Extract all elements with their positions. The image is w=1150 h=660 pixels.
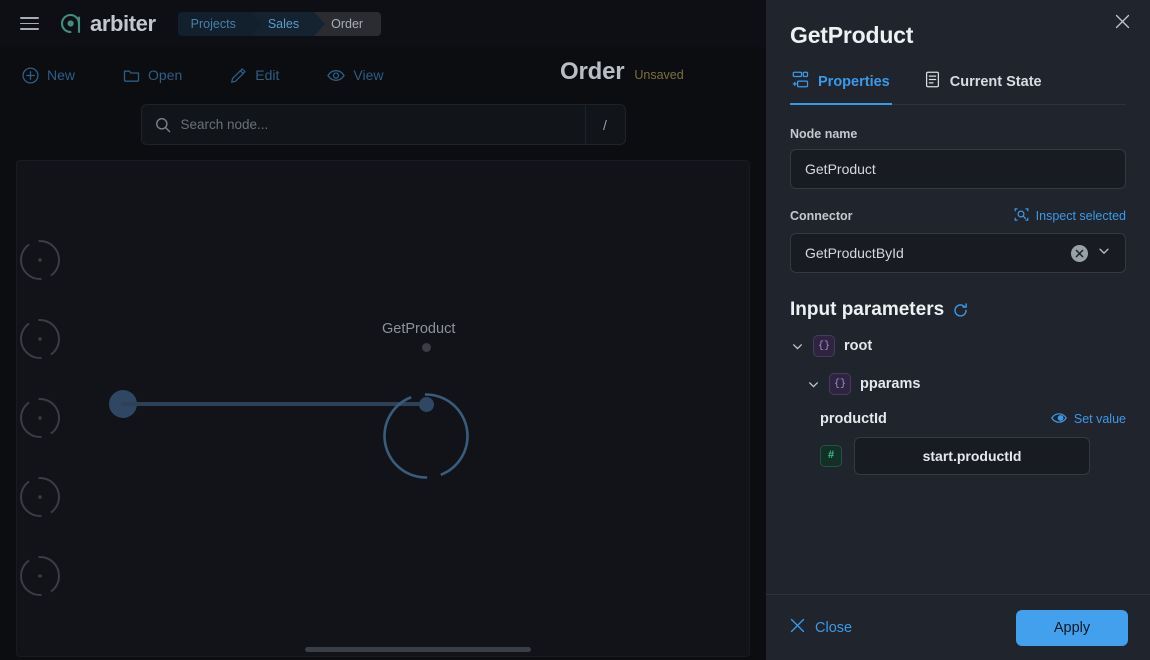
ghost-node[interactable] — [17, 237, 63, 283]
parameter-product-id: productId Set value # start.productId — [820, 411, 1126, 475]
edit-label: Edit — [255, 67, 280, 83]
breadcrumb-chevron-icon — [250, 11, 262, 36]
connector-label: Connector — [790, 209, 853, 223]
node-name-label: Node name — [790, 127, 858, 141]
edit-button[interactable]: Edit — [218, 61, 291, 90]
plus-circle-icon — [22, 66, 39, 84]
input-parameters-header: Input parameters — [790, 299, 1126, 321]
new-label: New — [47, 67, 76, 83]
properties-icon — [792, 71, 809, 92]
connector-selected-value: GetProductById — [805, 245, 904, 261]
parameter-value-field[interactable]: start.productId — [854, 437, 1090, 475]
panel-body: Node name Connector Inspect selected — [766, 105, 1150, 594]
refresh-icon[interactable] — [953, 302, 968, 318]
parameter-name: productId — [820, 411, 887, 427]
parameter-value-row: # start.productId — [820, 437, 1126, 475]
tree-node-label: pparams — [860, 376, 921, 392]
number-type-badge: # — [820, 445, 842, 467]
node-properties-panel: GetProduct Properties Current State Node… — [766, 0, 1150, 660]
eye-icon — [327, 67, 346, 84]
chevron-down-icon[interactable] — [1097, 244, 1111, 263]
page-title: Order — [560, 58, 625, 85]
panel-header: GetProduct — [766, 0, 1150, 49]
eye-toggle-icon — [1050, 412, 1067, 427]
inspect-icon — [1014, 207, 1029, 225]
node-top-handle[interactable] — [422, 343, 431, 352]
parameter-header-row: productId Set value — [820, 411, 1126, 427]
tree-node-label: root — [844, 338, 873, 354]
object-type-badge: {} — [829, 373, 851, 395]
breadcrumb-label: Projects — [190, 16, 236, 31]
scrollbar-thumb[interactable] — [305, 647, 531, 652]
ghost-node[interactable] — [17, 316, 63, 362]
close-x-icon — [790, 618, 805, 637]
document-title-group: Order Unsaved — [560, 58, 684, 86]
chevron-down-icon[interactable] — [806, 377, 820, 391]
input-parameters-title: Input parameters — [790, 299, 945, 320]
app-logo[interactable]: arbiter — [58, 11, 156, 37]
clear-icon[interactable] — [1071, 244, 1088, 262]
object-type-badge: {} — [813, 335, 835, 357]
breadcrumb-chevron-icon — [314, 11, 326, 36]
connector-select[interactable]: GetProductById — [790, 233, 1126, 273]
breadcrumb-label: Sales — [267, 16, 300, 31]
set-value-button[interactable]: Set value — [1050, 412, 1126, 427]
apply-button[interactable]: Apply — [1016, 609, 1128, 646]
node-center-handle[interactable] — [419, 397, 434, 412]
flow-canvas[interactable]: GetProduct — [16, 160, 750, 657]
set-value-label: Set value — [1073, 412, 1126, 426]
inspect-selected-button[interactable]: Inspect selected — [1014, 207, 1126, 225]
app-root: arbiter Projects Sales Order New Open Ed… — [0, 0, 1150, 660]
panel-tabs: Properties Current State — [790, 67, 1126, 105]
search-input[interactable] — [180, 117, 585, 132]
search-node-bar[interactable]: / — [140, 104, 626, 145]
node-label: GetProduct — [382, 321, 456, 337]
tab-current-state[interactable]: Current State — [922, 67, 1044, 105]
panel-close-button[interactable] — [1108, 10, 1136, 38]
open-label: Open — [148, 67, 183, 83]
canvas-area: / — [0, 103, 766, 660]
pencil-icon — [230, 67, 247, 84]
document-list-icon — [924, 71, 941, 92]
hamburger-icon[interactable] — [12, 7, 46, 41]
node-name-input[interactable] — [790, 149, 1126, 189]
close-icon — [1115, 14, 1130, 34]
breadcrumb: Projects Sales Order — [177, 11, 382, 36]
connector-label-row: Connector Inspect selected — [790, 207, 1126, 225]
folder-icon — [123, 67, 140, 84]
search-shortcut-key[interactable]: / — [584, 105, 625, 144]
close-button[interactable]: Close — [790, 618, 852, 637]
breadcrumb-item-projects[interactable]: Projects — [177, 11, 262, 36]
close-label: Close — [815, 619, 853, 636]
breadcrumb-label: Order — [331, 16, 364, 31]
connector-field-group: Connector Inspect selected GetProductByI… — [790, 207, 1126, 273]
new-button[interactable]: New — [10, 61, 87, 90]
ghost-node[interactable] — [17, 474, 63, 520]
view-label: View — [353, 67, 384, 83]
search-icon — [155, 117, 171, 133]
logo-text: arbiter — [90, 10, 156, 36]
ghost-node[interactable] — [17, 553, 63, 599]
inspect-selected-label: Inspect selected — [1035, 209, 1126, 223]
tab-label: Current State — [949, 73, 1042, 90]
save-status-badge: Unsaved — [634, 68, 684, 82]
node-name-field-group: Node name — [790, 127, 1126, 189]
chevron-down-icon[interactable] — [790, 339, 804, 353]
tab-properties[interactable]: Properties — [790, 67, 892, 105]
tree-node-pparams[interactable]: {} pparams — [806, 373, 1126, 395]
panel-title: GetProduct — [790, 22, 914, 48]
arbiter-logo-mark — [58, 11, 83, 36]
open-button[interactable]: Open — [111, 61, 194, 90]
view-button[interactable]: View — [315, 61, 395, 90]
flow-canvas-inner: GetProduct — [17, 161, 749, 656]
panel-footer: Close Apply — [766, 594, 1150, 660]
tree-node-root[interactable]: {} root — [790, 335, 1126, 357]
ghost-node[interactable] — [17, 395, 63, 441]
canvas-horizontal-scrollbar[interactable] — [17, 642, 749, 656]
tab-label: Properties — [818, 73, 890, 90]
